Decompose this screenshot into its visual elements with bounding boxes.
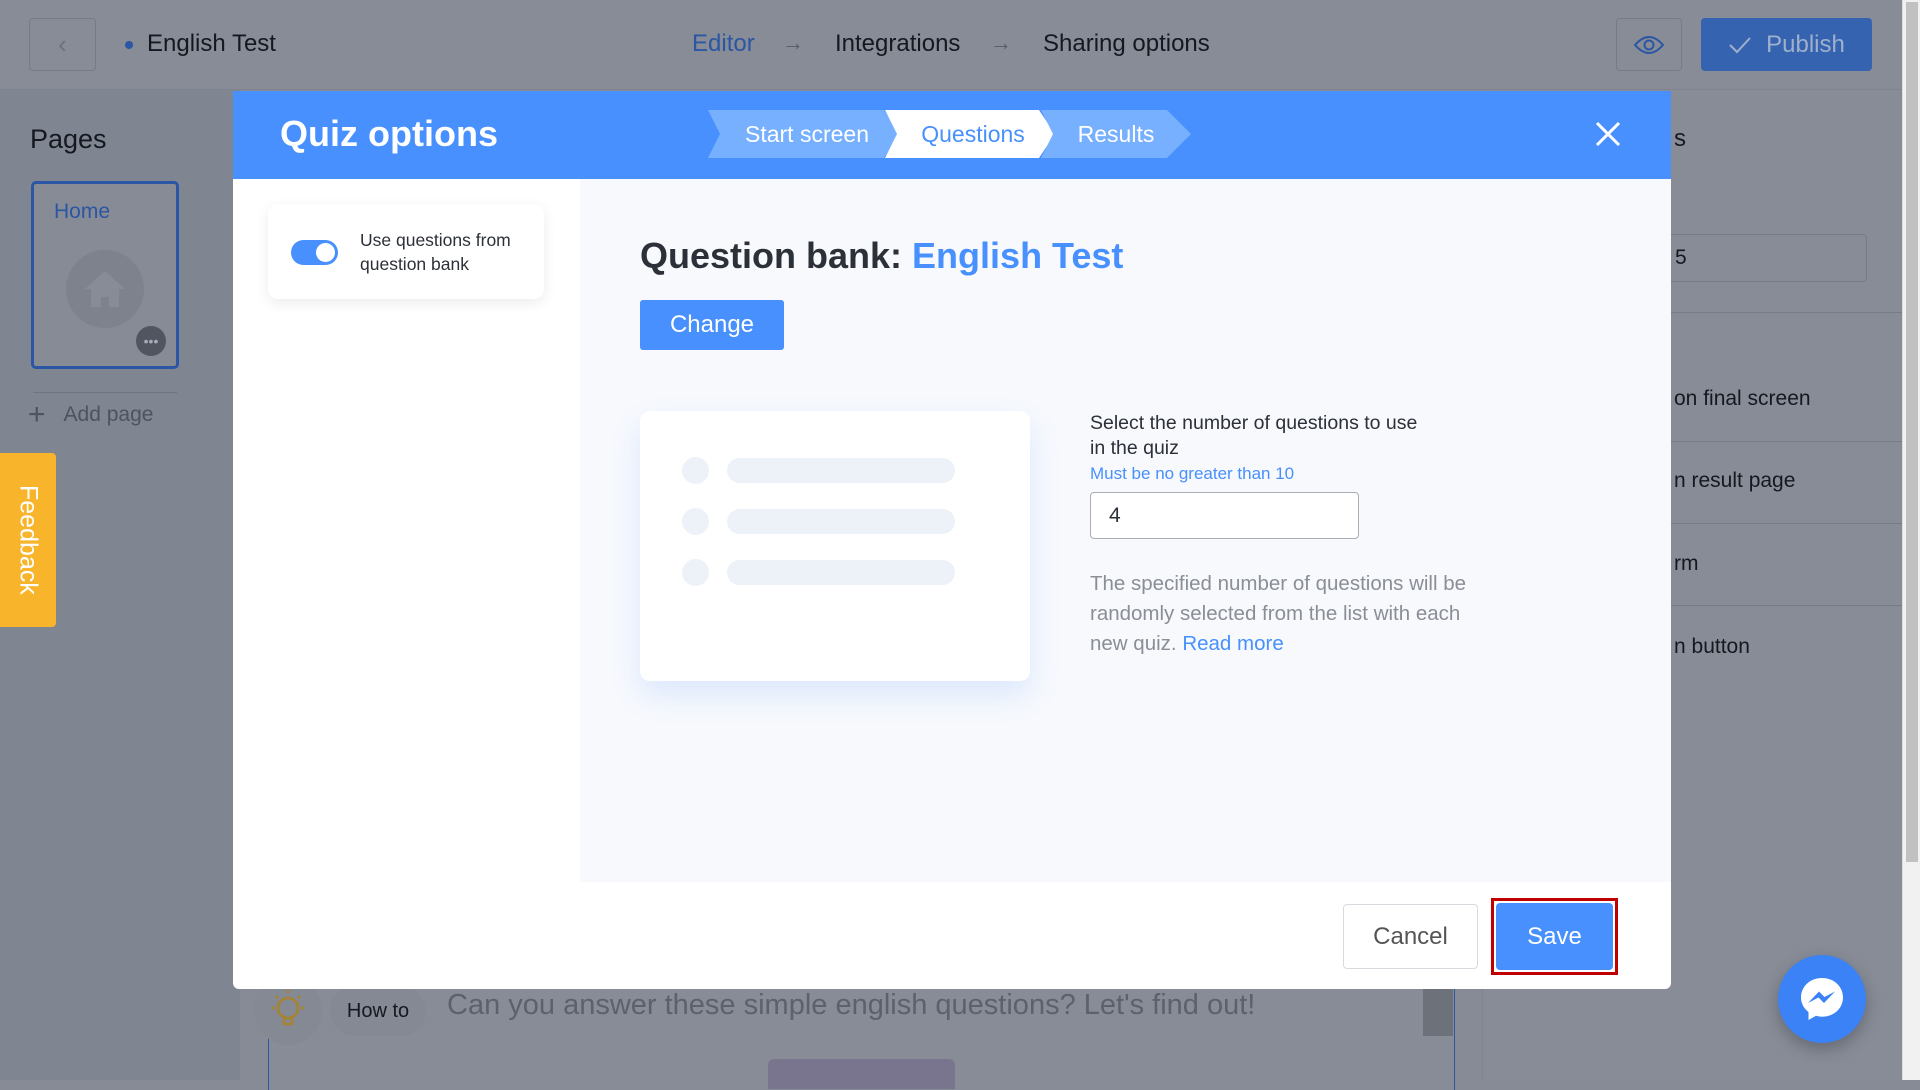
question-count-input[interactable] [1090, 492, 1359, 539]
more-options-icon[interactable]: ••• [136, 326, 166, 356]
settings-input[interactable]: 5 [1640, 234, 1867, 282]
settings-heading: s [1674, 125, 1686, 152]
arrow-right-icon: → [990, 30, 1012, 55]
add-page-label: Add page [63, 403, 154, 426]
question-count-label: Select the number of questions to use in… [1090, 412, 1418, 459]
question-bank-prefix: Question bank: [640, 235, 903, 276]
questions-illustration [640, 411, 1030, 681]
settings-item[interactable]: rm [1674, 552, 1699, 576]
publish-button[interactable]: Publish [1701, 18, 1872, 71]
tab-start-screen[interactable]: Start screen [708, 110, 900, 158]
project-name: English Test [147, 30, 276, 57]
plus-icon: + [28, 398, 46, 431]
tab-questions[interactable]: Questions [885, 110, 1055, 158]
cancel-button[interactable]: Cancel [1343, 904, 1478, 969]
question-count-description: The specified number of questions will b… [1090, 569, 1500, 659]
settings-item[interactable]: n result page [1674, 469, 1795, 493]
back-button[interactable]: ‹ [29, 18, 96, 71]
read-more-link[interactable]: Read more [1182, 632, 1283, 655]
toggle-label: Use questions from question bank [360, 230, 511, 274]
messenger-icon [1801, 978, 1843, 1020]
question-bank-name: English Test [912, 235, 1124, 276]
arrow-right-icon: → [782, 30, 804, 55]
close-icon[interactable] [1591, 117, 1625, 151]
change-button[interactable]: Change [640, 300, 784, 350]
start-button-preview[interactable] [768, 1059, 955, 1089]
eye-icon [1634, 35, 1664, 54]
settings-item[interactable]: on final screen [1674, 387, 1811, 411]
step-sharing-options[interactable]: Sharing options [1043, 30, 1210, 58]
chevron-left-icon: ‹ [58, 29, 67, 59]
step-integrations[interactable]: Integrations [835, 30, 960, 58]
preview-button[interactable] [1616, 18, 1682, 71]
tab-results[interactable]: Results [1041, 110, 1191, 158]
save-button[interactable]: Save [1496, 903, 1613, 970]
modal-title: Quiz options [280, 113, 498, 154]
check-icon [1729, 36, 1751, 53]
options-left-panel: Use questions from question bank [233, 179, 580, 882]
modal-header: Quiz options Start screen Questions Resu… [233, 91, 1671, 179]
pages-title: Pages [30, 124, 107, 154]
canvas-scrollbar[interactable] [1423, 989, 1453, 1036]
quiz-options-modal: Quiz options Start screen Questions Resu… [233, 91, 1671, 989]
step-editor[interactable]: Editor [692, 30, 755, 58]
add-page-button[interactable]: + Add page [28, 398, 153, 432]
question-bank-toggle-card: Use questions from question bank [268, 204, 544, 299]
question-bank-toggle[interactable] [291, 240, 338, 265]
messenger-chat-button[interactable] [1778, 955, 1866, 1043]
publish-label: Publish [1766, 30, 1845, 58]
divider [33, 392, 177, 393]
home-icon [66, 250, 144, 328]
page-scrollbar[interactable] [1902, 0, 1920, 1080]
quiz-description-text[interactable]: Can you answer these simple english ques… [447, 989, 1255, 1022]
status-dot [125, 41, 133, 49]
question-count-hint: Must be no greater than 10 [1090, 464, 1295, 483]
page-label: Home [54, 200, 111, 223]
feedback-tab[interactable]: Feedback [0, 453, 56, 627]
feedback-label: Feedback [14, 485, 43, 595]
question-bank-heading: Question bank: English Test [640, 235, 1123, 277]
how-to-button[interactable]: How to [330, 986, 426, 1036]
settings-item[interactable]: n button [1674, 635, 1750, 659]
settings-input-value: 5 [1675, 246, 1687, 269]
